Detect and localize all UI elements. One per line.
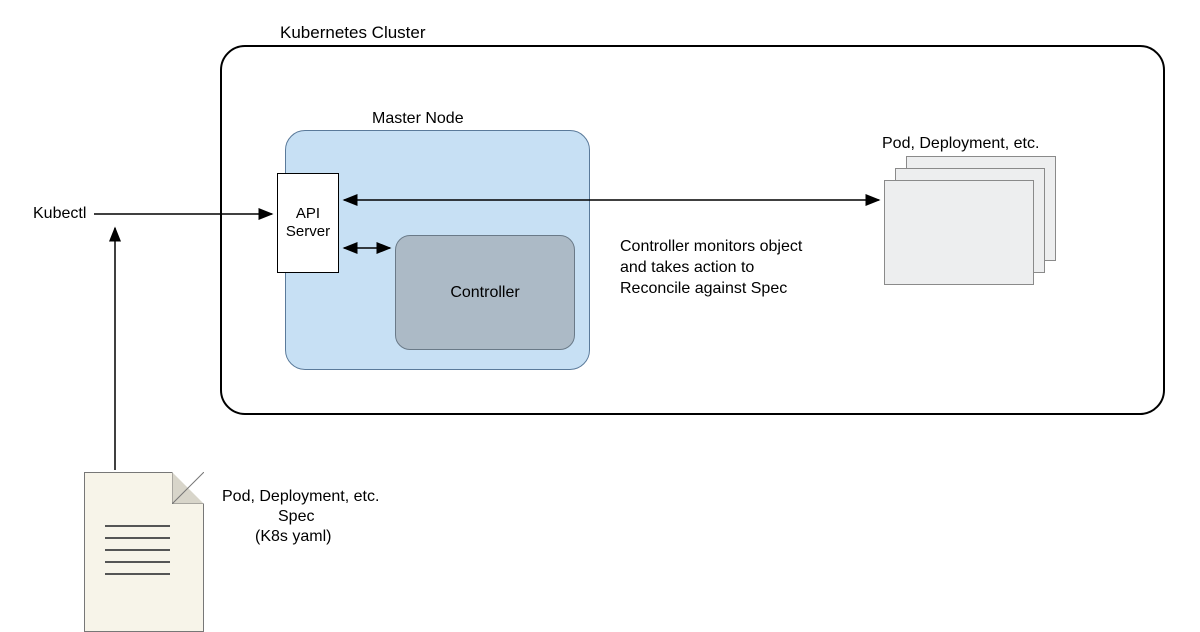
spec-doc-lines-icon [105,525,170,585]
controller-description: Controller monitors object and takes act… [620,237,810,299]
spec-doc-fold-line [172,472,204,504]
kubectl-label: Kubectl [33,205,86,223]
pod-stack-card-front [884,180,1034,285]
spec-label-line1: Pod, Deployment, etc. [222,488,379,506]
api-server-box: API Server [277,173,339,273]
cluster-title: Kubernetes Cluster [280,23,426,43]
controller-label: Controller [450,284,519,302]
controller-box: Controller [395,235,575,350]
spec-label-line2: Spec [278,508,314,526]
master-node-label: Master Node [372,110,464,128]
pods-deployment-label: Pod, Deployment, etc. [882,135,1039,153]
spec-label-line3: (K8s yaml) [255,528,331,546]
api-server-label: API Server [278,205,338,241]
